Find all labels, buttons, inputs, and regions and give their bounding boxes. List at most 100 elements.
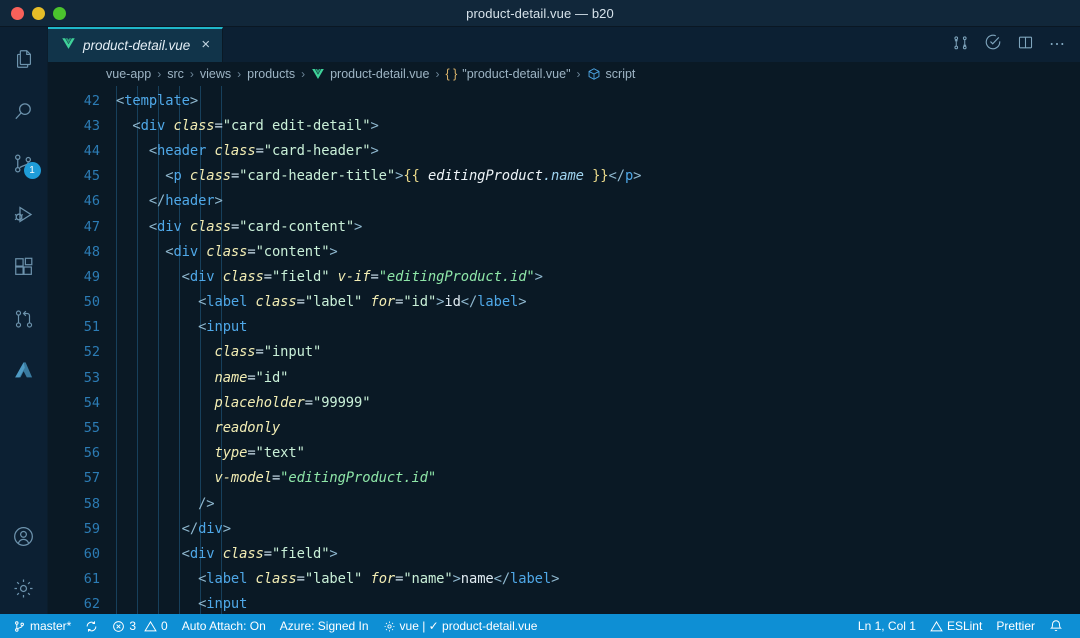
code-line[interactable]: 43 <div class="card edit-detail"> (48, 113, 1080, 138)
code-line[interactable]: 46 </header> (48, 189, 1080, 214)
code-token: = (296, 294, 305, 311)
code-editor[interactable]: 42 <template> 43 <div class="card edit-det… (48, 86, 1080, 614)
code-token: id (444, 294, 461, 311)
code-line[interactable]: 50 <label class="label" for="id">id</lab… (48, 290, 1080, 315)
line-number: 56 (83, 445, 100, 462)
sidebar-item-search[interactable] (0, 85, 48, 137)
status-cursor-position[interactable]: Ln 1, Col 1 (851, 614, 923, 638)
sidebar-item-run-and-debug[interactable] (0, 189, 48, 241)
bell-icon (1049, 619, 1063, 633)
activity-bar: 1 (0, 27, 48, 614)
line-number: 49 (83, 268, 100, 285)
code-line[interactable]: 45 <p class="card-header-title">{{ editi… (48, 164, 1080, 189)
code-line[interactable]: 62 <input (48, 592, 1080, 614)
status-azure-account[interactable]: Azure: Signed In (273, 614, 376, 638)
line-number: 54 (83, 394, 100, 411)
line-number: 44 (83, 142, 100, 159)
sync-icon (85, 620, 98, 633)
compare-changes-icon[interactable] (952, 34, 969, 56)
braces-icon: { } (445, 67, 458, 81)
code-line[interactable]: 54 placeholder="99999" (48, 390, 1080, 415)
tab-bar: product-detail.vue × ⋯ (48, 27, 1080, 62)
breadcrumb-item-script[interactable]: script (587, 67, 635, 81)
code-line-text: <div class="card edit-detail"> (116, 118, 378, 134)
code-line-text: <div class="card-content"> (116, 218, 363, 235)
code-token: placeholder (214, 394, 305, 411)
breadcrumb-item-product-detail-vue[interactable]: product-detail.vue (311, 67, 429, 81)
split-editor-icon[interactable] (1017, 34, 1034, 56)
ellipsis-icon[interactable]: ⋯ (1049, 36, 1066, 53)
status-bar: master* 3 0 Auto Attach: On Azure: Signe… (0, 614, 1080, 638)
status-branch[interactable]: master* (6, 614, 78, 638)
code-line[interactable]: 52 class="input" (48, 340, 1080, 365)
minimize-window-button[interactable] (32, 6, 45, 20)
sidebar-item-explorer[interactable] (0, 33, 48, 85)
code-token: "field" (271, 545, 330, 562)
code-token: type (214, 445, 248, 462)
sidebar-item-pull-requests[interactable] (0, 293, 48, 345)
code-line[interactable]: 60 <div class="field"> (48, 541, 1080, 566)
code-token: > (189, 92, 199, 109)
code-line-text: <div class="field" v-if="editingProduct.… (116, 269, 543, 285)
code-line[interactable]: 49 <div class="field" v-if="editingProdu… (48, 264, 1080, 289)
code-line[interactable]: 58 /> (48, 491, 1080, 516)
code-token: < (116, 92, 125, 109)
code-token: < (116, 218, 158, 235)
code-token: > (551, 571, 560, 588)
sidebar-item-manage-settings[interactable] (0, 562, 48, 614)
status-eslint[interactable]: ESLint (923, 614, 989, 638)
code-token: = (271, 470, 281, 487)
status-problems[interactable]: 3 0 (105, 614, 174, 638)
code-line-text: placeholder="99999" (116, 395, 370, 411)
check-circle-icon[interactable] (984, 33, 1002, 56)
code-token: div (189, 545, 215, 562)
tab-product-detail-vue[interactable]: product-detail.vue × (48, 27, 224, 62)
code-token: "input" (263, 344, 322, 361)
status-vetur-label: vue | ✓ product-detail.vue (399, 619, 538, 633)
sidebar-item-extensions[interactable] (0, 241, 48, 293)
line-number: 57 (83, 470, 100, 487)
status-auto-attach[interactable]: Auto Attach: On (175, 614, 273, 638)
code-line[interactable]: 53 name="id" (48, 365, 1080, 390)
code-line[interactable]: 47 <div class="card-content"> (48, 214, 1080, 239)
status-prettier[interactable]: Prettier (989, 614, 1042, 638)
status-vetur[interactable]: vue | ✓ product-detail.vue (376, 614, 545, 638)
code-line[interactable]: 56 type="text" (48, 441, 1080, 466)
sidebar-item-accounts[interactable] (0, 510, 48, 562)
breadcrumb-item-views[interactable]: views (200, 67, 231, 81)
code-line-text: <label class="label" for="id">id</label> (116, 294, 527, 311)
code-token: "editingProduct.id" (280, 470, 437, 487)
code-line[interactable]: 42 <template> (48, 88, 1080, 113)
code-line-text: /> (116, 496, 215, 512)
breadcrumb-item-vue-app[interactable]: vue-app (106, 67, 151, 81)
chevron-right-icon: › (157, 67, 162, 81)
close-window-button[interactable] (11, 6, 24, 20)
breadcrumb-item-products[interactable]: products (247, 67, 295, 81)
status-sync[interactable] (78, 614, 105, 638)
code-line[interactable]: 59 </div> (48, 516, 1080, 541)
code-token: class (189, 218, 231, 235)
code-line[interactable]: 48 <div class="content"> (48, 239, 1080, 264)
code-line[interactable]: 57 v-model="editingProduct.id" (48, 466, 1080, 491)
breadcrumb-label: views (199, 67, 232, 81)
code-token: > (214, 193, 223, 210)
code-line-text: </header> (116, 193, 223, 209)
status-warning-count: 0 (161, 619, 168, 633)
status-notifications[interactable] (1042, 614, 1070, 638)
code-line[interactable]: 61 <label class="label" for="name">name<… (48, 567, 1080, 592)
sidebar-item-source-control[interactable]: 1 (0, 137, 48, 189)
code-token: class (214, 142, 256, 159)
zoom-window-button[interactable] (53, 6, 66, 20)
code-line[interactable]: 51 <input (48, 315, 1080, 340)
sidebar-item-azure[interactable] (0, 345, 48, 397)
close-icon[interactable]: × (197, 37, 212, 54)
code-token: class (214, 344, 256, 361)
code-line[interactable]: 44 <header class="card-header"> (48, 138, 1080, 163)
breadcrumb-item-json-root[interactable]: { } "product-detail.vue" (445, 67, 570, 81)
code-token: < (116, 268, 190, 285)
breadcrumb-item-src[interactable]: src (167, 67, 184, 81)
code-line[interactable]: 55 readonly (48, 415, 1080, 440)
